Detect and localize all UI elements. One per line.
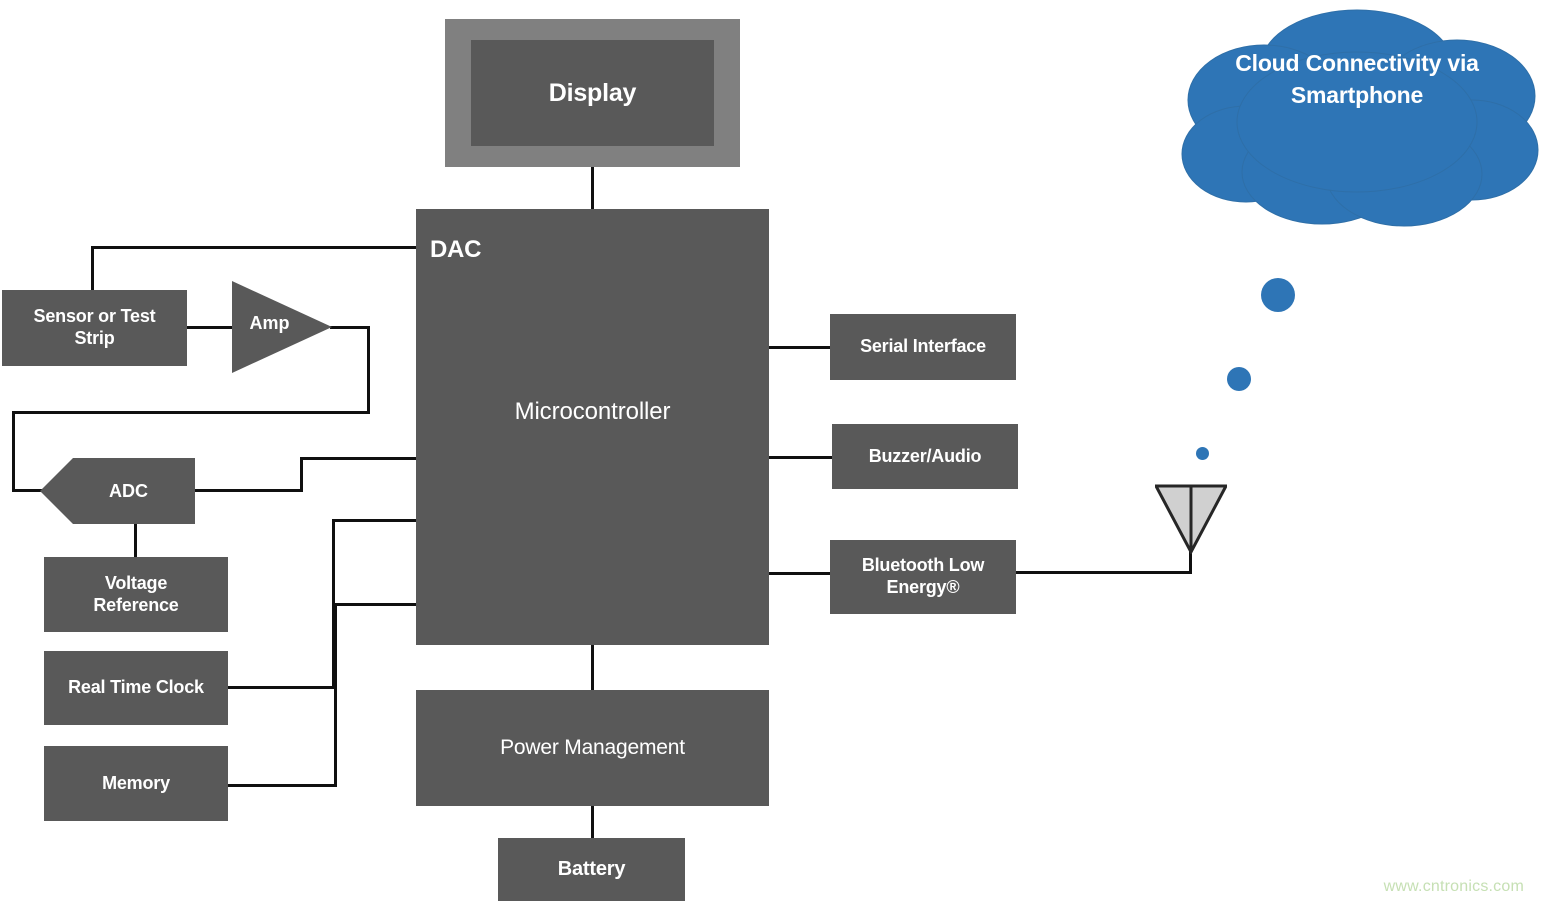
- voltage-reference-label-line2: Reference: [93, 594, 179, 615]
- dac-label: DAC: [430, 236, 482, 263]
- line-left-rail-v: [12, 411, 15, 491]
- line-dac-to-sensor-v: [91, 246, 94, 292]
- antenna-icon: [1153, 484, 1229, 556]
- line-rtc-h2: [332, 519, 418, 522]
- power-management-label: Power Management: [500, 736, 685, 760]
- ble-label-line1: Bluetooth Low: [861, 555, 985, 576]
- line-adc-to-mcu-h2: [300, 457, 418, 460]
- signal-dot-medium-icon: [1227, 367, 1251, 391]
- power-management-block[interactable]: Power Management: [416, 690, 769, 806]
- line-rtc-h1: [227, 686, 335, 689]
- sensor-or-test-strip-block[interactable]: Sensor or Test Strip: [2, 290, 187, 366]
- microcontroller-block[interactable]: DAC Microcontroller: [416, 209, 769, 645]
- line-memory-h1: [227, 784, 337, 787]
- memory-block[interactable]: Memory: [44, 746, 228, 821]
- line-mcu-to-power: [591, 644, 594, 692]
- cloud-label-line1: Cloud: [1235, 50, 1300, 76]
- line-sensor-to-amp: [186, 326, 236, 329]
- voltage-reference-block[interactable]: Voltage Reference: [44, 557, 228, 632]
- line-dac-to-sensor-h: [91, 246, 418, 249]
- line-memory-v: [334, 603, 337, 787]
- amp-label: Amp: [249, 313, 290, 333]
- line-mcu-to-ble: [767, 572, 833, 575]
- cloud-label: Cloud Connectivity via Smartphone: [1172, 48, 1542, 111]
- line-adc-to-mcu-h1: [193, 489, 303, 492]
- microcontroller-label: Microcontroller: [514, 398, 671, 425]
- line-power-to-battery: [591, 805, 594, 841]
- cloud-shape[interactable]: Cloud Connectivity via Smartphone: [1172, 4, 1542, 235]
- adc-label: ADC: [109, 480, 148, 501]
- sensor-label-line1: Sensor or Test: [33, 306, 156, 327]
- bluetooth-low-energy-block[interactable]: Bluetooth Low Energy®: [830, 540, 1016, 614]
- cloud-label-line3: Smartphone: [1290, 81, 1424, 108]
- display-label: Display: [548, 78, 637, 107]
- line-ble-to-antenna-h: [1014, 571, 1192, 574]
- serial-interface-block[interactable]: Serial Interface: [830, 314, 1016, 380]
- cloud-icon: [1181, 9, 1539, 227]
- line-mcu-to-buzzer: [767, 456, 835, 459]
- cloud-label-line2: Connectivity via: [1305, 50, 1479, 76]
- buzzer-audio-block[interactable]: Buzzer/Audio: [832, 424, 1018, 489]
- ble-label-line2: Energy®: [886, 577, 960, 597]
- line-amp-out-h: [330, 326, 370, 329]
- adc-block[interactable]: ADC: [40, 458, 195, 524]
- line-adc-to-vref: [134, 523, 137, 559]
- buzzer-audio-label: Buzzer/Audio: [868, 445, 982, 466]
- signal-dot-small-icon: [1196, 447, 1209, 460]
- line-display-to-mcu: [591, 167, 594, 212]
- display-screen: Display: [471, 40, 714, 146]
- line-amp-out-v: [367, 326, 370, 413]
- sensor-label-line2: Strip: [74, 328, 115, 348]
- battery-block[interactable]: Battery: [498, 838, 685, 901]
- serial-interface-label: Serial Interface: [860, 336, 986, 357]
- line-adc-to-mcu-v: [300, 457, 303, 491]
- display-block[interactable]: Display: [445, 19, 740, 167]
- block-diagram-canvas: Display DAC Microcontroller Sensor or Te…: [0, 0, 1546, 908]
- voltage-reference-label-line1: Voltage: [104, 572, 168, 593]
- watermark-text: www.cntronics.com: [1383, 878, 1524, 895]
- battery-label: Battery: [557, 858, 626, 881]
- memory-label: Memory: [102, 772, 170, 793]
- signal-dot-large-icon: [1261, 278, 1295, 312]
- line-left-rail-to-adc: [12, 489, 44, 492]
- line-memory-h2: [334, 603, 418, 606]
- real-time-clock-label: Real Time Clock: [68, 677, 204, 698]
- line-mcu-to-serial: [767, 346, 833, 349]
- line-amp-to-left-rail: [12, 411, 370, 414]
- real-time-clock-block[interactable]: Real Time Clock: [44, 651, 228, 725]
